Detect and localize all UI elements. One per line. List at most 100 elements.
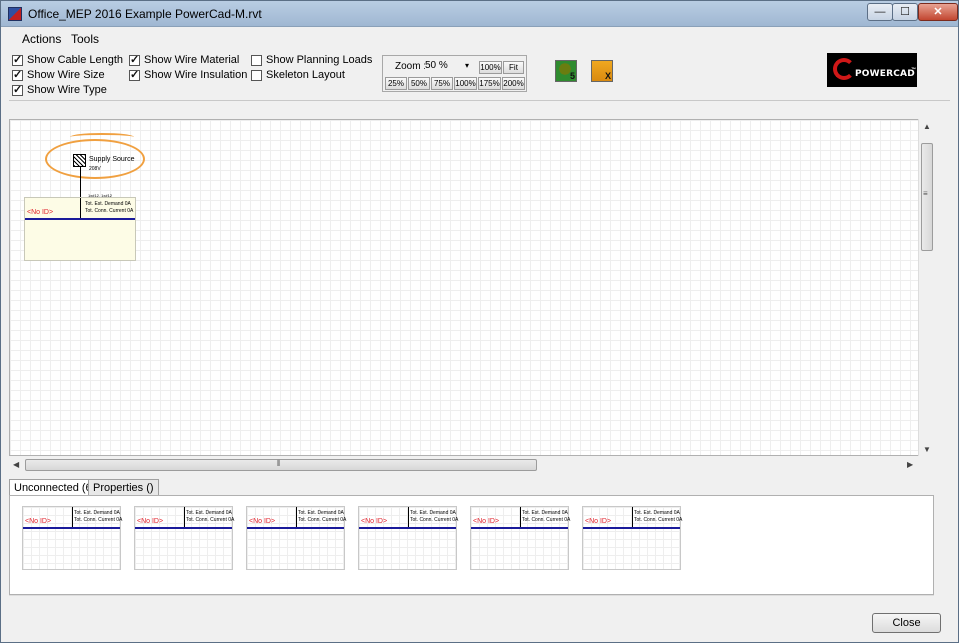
panel-id: <No ID> (585, 518, 612, 525)
maximize-button[interactable]: ☐ (892, 3, 918, 21)
checkbox-skeleton-layout[interactable]: Skeleton Layout (251, 68, 345, 82)
unconnected-panel[interactable]: Tot. Est. Demand 0A Tot. Conn. Current 0… (22, 506, 122, 570)
panel-bus-line (247, 527, 344, 529)
diagram-canvas[interactable]: Supply Source 208V 1x#12, 1x#12 XHHW, Co… (9, 119, 934, 456)
unconnected-list: Tot. Est. Demand 0A Tot. Conn. Current 0… (9, 495, 934, 595)
scroll-grip-icon: ≡ (923, 189, 928, 198)
window-close-button[interactable]: ✕ (918, 3, 958, 21)
horizontal-scrollbar[interactable]: ◀ ⦀ ▶ (9, 457, 918, 473)
menu-actions[interactable]: Actions (22, 32, 61, 46)
checkbox-show-planning-loads[interactable]: Show Planning Loads (251, 53, 372, 67)
checkbox-box[interactable] (12, 68, 23, 81)
panel-current: Tot. Conn. Current 0A (186, 517, 235, 523)
panel-bus-line (583, 527, 680, 529)
connect-icon-badge: 5 (569, 71, 575, 81)
unconnected-panel[interactable]: Tot. Est. Demand 0A Tot. Conn. Current 0… (582, 506, 682, 570)
distribution-panel[interactable]: Tot. Est. Demand 0A Tot. Conn. Current 0… (24, 197, 136, 261)
panel-id: <No ID> (361, 518, 388, 525)
unconnected-panel[interactable]: Tot. Est. Demand 0A Tot. Conn. Current 0… (134, 506, 234, 570)
chevron-down-icon[interactable]: ▾ (465, 61, 469, 70)
disconnect-icon[interactable]: X (591, 60, 613, 82)
close-button[interactable]: Close (872, 613, 941, 633)
panel-divider (296, 507, 297, 529)
panel-demand: Tot. Est. Demand 0A (522, 510, 568, 516)
checkbox-show-wire-type[interactable]: Show Wire Type (12, 83, 107, 97)
zoom-50-button[interactable]: 50% (408, 77, 430, 90)
checkbox-box[interactable] (129, 68, 140, 81)
panel-bus-line (471, 527, 568, 529)
panel-divider (80, 198, 81, 220)
panel-divider (520, 507, 521, 529)
scroll-down-icon[interactable]: ▼ (923, 445, 931, 454)
panel-current: Tot. Conn. Current 0A (85, 208, 134, 214)
unconnected-panel[interactable]: Tot. Est. Demand 0A Tot. Conn. Current 0… (358, 506, 458, 570)
panel-id: <No ID> (25, 518, 52, 525)
connect-icon[interactable]: 5 (555, 60, 577, 82)
panel-current: Tot. Conn. Current 0A (298, 517, 347, 523)
title-bar[interactable]: Office_MEP 2016 Example PowerCad-M.rvt —… (1, 1, 958, 27)
zoom-label: Zoom : (395, 61, 427, 72)
panel-divider (184, 507, 185, 529)
checkbox-box[interactable] (251, 69, 262, 81)
panel-totals: Tot. Est. Demand 0A Tot. Conn. Current 0… (634, 510, 682, 524)
checkbox-show-wire-material[interactable]: Show Wire Material (129, 53, 239, 67)
checkbox-show-wire-size[interactable]: Show Wire Size (12, 68, 105, 82)
checkbox-show-cable-length[interactable]: Show Cable Length (12, 53, 123, 67)
menu-bar: Actions Tools (9, 29, 950, 49)
panel-demand: Tot. Est. Demand 0A (634, 510, 680, 516)
panel-current: Tot. Conn. Current 0A (74, 517, 123, 523)
panel-demand: Tot. Est. Demand 0A (74, 510, 120, 516)
zoom-200-button[interactable]: 200% (502, 77, 525, 90)
minimize-button[interactable]: — (867, 3, 893, 21)
panel-current: Tot. Conn. Current 0A (634, 517, 683, 523)
horizontal-scroll-thumb[interactable] (25, 459, 537, 471)
unconnected-panel[interactable]: Tot. Est. Demand 0A Tot. Conn. Current 0… (470, 506, 570, 570)
supply-voltage: 208V (89, 166, 101, 172)
checkbox-box[interactable] (251, 54, 262, 66)
supply-source-label: Supply Source (89, 156, 135, 163)
checkbox-label: Show Wire Insulation (144, 69, 248, 81)
checkbox-label: Show Planning Loads (266, 54, 373, 66)
panel-totals: Tot. Est. Demand 0A Tot. Conn. Current 0… (410, 510, 458, 524)
scroll-grip-icon: ⦀ (277, 459, 281, 468)
panel-totals: Tot. Est. Demand 0A Tot. Conn. Current 0… (186, 510, 234, 524)
panel-totals: Tot. Est. Demand 0A Tot. Conn. Current 0… (298, 510, 346, 524)
toolbar: Show Cable Length Show Wire Size Show Wi… (9, 49, 950, 101)
zoom-75-button[interactable]: 75% (431, 77, 453, 90)
vertical-scrollbar[interactable]: ▲ ≡ ▼ (918, 119, 934, 456)
checkbox-box[interactable] (12, 53, 23, 66)
scroll-right-icon[interactable]: ▶ (907, 460, 913, 469)
zoom-fit-button[interactable]: Fit (503, 61, 524, 74)
panel-current: Tot. Conn. Current 0A (410, 517, 459, 523)
logo-trademark: ™ (911, 67, 916, 73)
panel-bus-line (25, 218, 135, 220)
zoom-25-button[interactable]: 25% (385, 77, 407, 90)
checkbox-box[interactable] (12, 83, 23, 96)
scroll-up-icon[interactable]: ▲ (923, 122, 931, 131)
zoom-panel: Zoom : 50 % ▾ 100% Fit 25% 50% 75% 100% … (382, 55, 527, 92)
panel-demand: Tot. Est. Demand 0A (298, 510, 344, 516)
checkbox-label: Show Wire Size (27, 69, 105, 81)
checkbox-box[interactable] (129, 53, 140, 66)
status-bar (9, 595, 934, 609)
logo-swirl-icon (833, 58, 855, 80)
panel-totals: Tot. Est. Demand 0A Tot. Conn. Current 0… (74, 510, 122, 524)
checkbox-label: Show Cable Length (27, 54, 124, 66)
panel-id: <No ID> (249, 518, 276, 525)
checkbox-label: Show Wire Material (144, 54, 240, 66)
scroll-left-icon[interactable]: ◀ (13, 460, 19, 469)
menu-tools[interactable]: Tools (71, 32, 99, 46)
unconnected-panel[interactable]: Tot. Est. Demand 0A Tot. Conn. Current 0… (246, 506, 346, 570)
tab-properties[interactable]: Properties () (88, 479, 159, 496)
panel-current: Tot. Conn. Current 0A (522, 517, 571, 523)
logo-text: POWERCAD (855, 69, 915, 79)
zoom-100-button[interactable]: 100% (479, 61, 502, 74)
checkbox-show-wire-insulation[interactable]: Show Wire Insulation (129, 68, 247, 82)
panel-bus-line (135, 527, 232, 529)
zoom-100-preset-button[interactable]: 100% (454, 77, 477, 90)
zoom-175-button[interactable]: 175% (478, 77, 501, 90)
window-title: Office_MEP 2016 Example PowerCad-M.rvt (28, 7, 262, 21)
supply-source-icon[interactable] (73, 154, 86, 167)
panel-totals: Tot. Est. Demand 0A Tot. Conn. Current 0… (522, 510, 570, 524)
app-icon (8, 7, 22, 21)
